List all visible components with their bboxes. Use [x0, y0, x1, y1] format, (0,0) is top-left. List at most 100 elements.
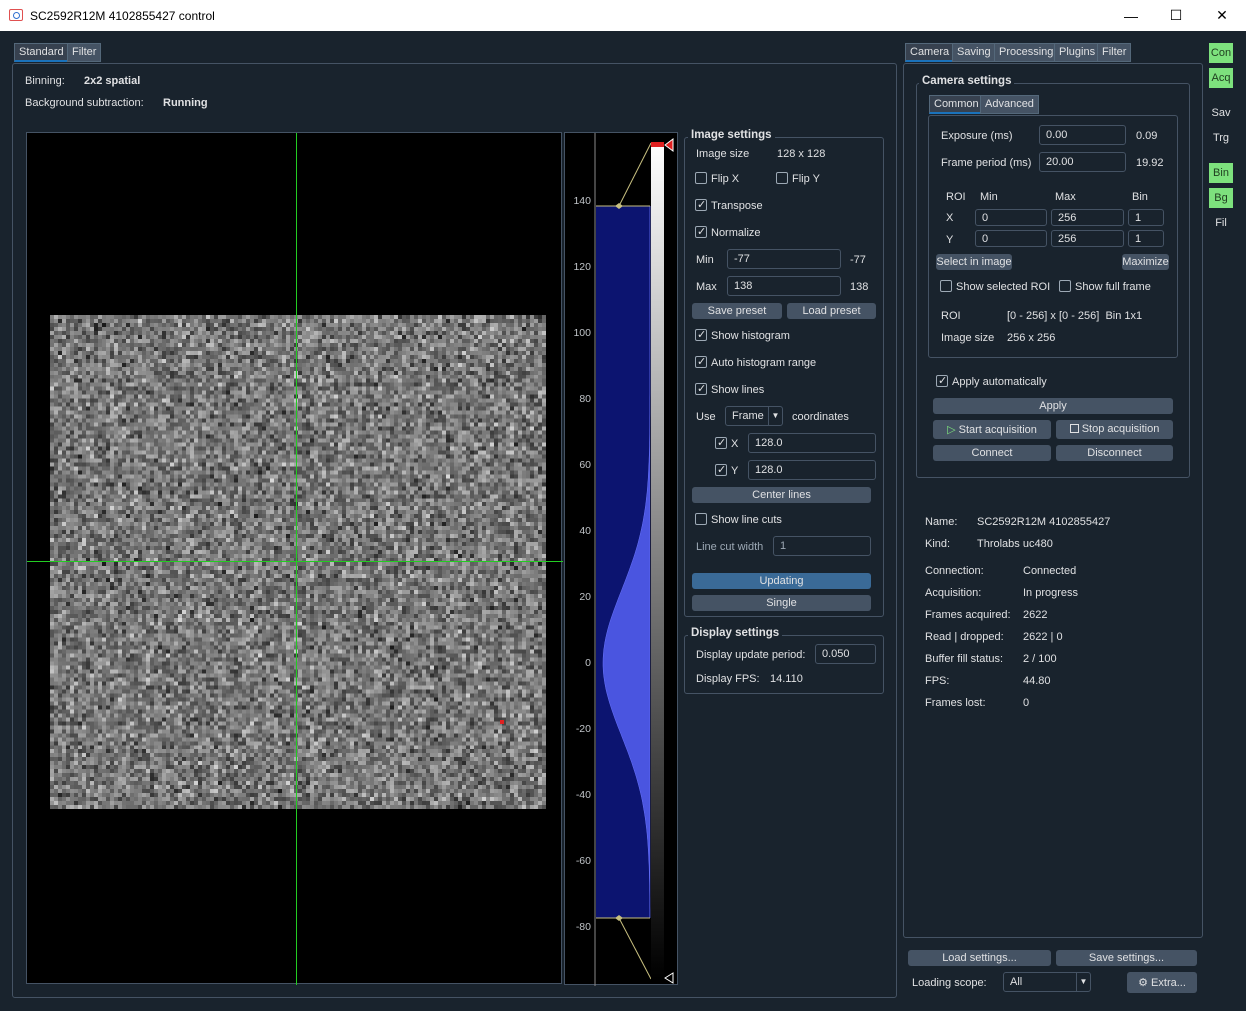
- display-fps-label: Display FPS:: [696, 673, 760, 685]
- title-bar: SC2592R12M 4102855427 control — ☐ ✕: [0, 0, 1246, 31]
- loading-scope-select[interactable]: All ▼: [1003, 972, 1091, 992]
- frame-period-input[interactable]: 20.00: [1039, 152, 1126, 172]
- show-histogram-label: Show histogram: [711, 330, 790, 342]
- load-preset-button[interactable]: Load preset: [787, 303, 876, 319]
- tab-processing[interactable]: Processing: [994, 43, 1059, 62]
- start-acquisition-button[interactable]: ▷ Start acquisition: [933, 420, 1051, 439]
- chevron-down-icon[interactable]: ▼: [1076, 973, 1090, 991]
- roi-y-label: Y: [946, 234, 954, 246]
- binning-value: 2x2 spatial: [84, 75, 141, 87]
- histogram-tick-label: -40: [575, 789, 591, 801]
- tab-saving[interactable]: Saving: [952, 43, 996, 62]
- roi-x-bin-input[interactable]: 1: [1128, 209, 1164, 226]
- histogram-tick-label: 140: [573, 195, 591, 207]
- camera-settings-title: Camera settings: [919, 75, 1015, 87]
- histogram-tick-label: 40: [579, 525, 591, 537]
- auto-histogram-range-label: Auto histogram range: [711, 357, 817, 369]
- tab-standard[interactable]: Standard: [14, 43, 69, 62]
- normalize-checkbox[interactable]: [695, 225, 707, 238]
- normalize-label: Normalize: [711, 227, 761, 239]
- single-button[interactable]: Single: [692, 595, 871, 611]
- maximize-roi-button[interactable]: Maximize: [1122, 254, 1169, 270]
- frames-acquired-value: 2622: [1023, 609, 1048, 621]
- frames-lost-label: Frames lost:: [925, 697, 986, 709]
- close-button[interactable]: ✕: [1199, 0, 1245, 31]
- show-selected-roi-label: Show selected ROI: [956, 281, 1051, 293]
- apply-automatically-checkbox[interactable]: [936, 374, 948, 387]
- connect-button[interactable]: Connect: [933, 445, 1051, 461]
- roi-y-bin-input[interactable]: 1: [1128, 230, 1164, 247]
- x-line-checkbox[interactable]: [715, 436, 727, 449]
- binning-label: Binning:: [25, 75, 65, 87]
- flip-x-checkbox[interactable]: [695, 172, 707, 184]
- display-update-period-input[interactable]: 0.050: [815, 644, 876, 664]
- histogram-widget[interactable]: 140 120 100 80 60 40 20 0 -20 -40 -60 -80: [564, 132, 678, 986]
- roi-header-bin: Bin: [1132, 191, 1148, 203]
- flip-y-checkbox[interactable]: [776, 172, 788, 184]
- roi-y-max-input[interactable]: 256: [1051, 230, 1124, 247]
- updating-button[interactable]: Updating: [692, 573, 871, 589]
- image-view[interactable]: [26, 132, 563, 985]
- apply-button[interactable]: Apply: [933, 398, 1173, 414]
- roi-y-min-input[interactable]: 0: [975, 230, 1047, 247]
- auto-histogram-range-checkbox[interactable]: [695, 355, 707, 368]
- image-size-value: 128 x 128: [777, 148, 826, 160]
- bg-subtraction-label: Background subtraction:: [25, 97, 144, 109]
- disconnect-button[interactable]: Disconnect: [1056, 445, 1173, 461]
- indicator-filter: Fil: [1215, 217, 1227, 229]
- buffer-fill-label: Buffer fill status:: [925, 653, 1004, 665]
- histogram-tick-label: 120: [573, 261, 591, 273]
- chevron-down-icon[interactable]: ▼: [768, 407, 782, 425]
- line-cut-width-input[interactable]: 1: [773, 536, 871, 556]
- tab-common[interactable]: Common: [929, 95, 984, 114]
- apply-automatically-label: Apply automatically: [952, 376, 1047, 388]
- tab-filter-right[interactable]: Filter: [1097, 43, 1132, 62]
- y-line-checkbox[interactable]: [715, 463, 727, 476]
- show-lines-label: Show lines: [711, 384, 765, 396]
- show-line-cuts-checkbox[interactable]: [695, 513, 707, 525]
- roi-summary-value: [0 - 256] x [0 - 256] Bin 1x1: [1007, 310, 1143, 322]
- show-lines-checkbox[interactable]: [695, 382, 707, 395]
- select-in-image-button[interactable]: Select in image: [936, 254, 1012, 270]
- roi-x-min-input[interactable]: 0: [975, 209, 1047, 226]
- x-line-input[interactable]: 128.0: [748, 433, 876, 453]
- coordinates-select-value: Frame: [732, 410, 764, 422]
- load-settings-button[interactable]: Load settings...: [908, 950, 1051, 966]
- tab-plugins[interactable]: Plugins: [1054, 43, 1101, 62]
- histogram-tick-label: -20: [575, 723, 591, 735]
- stop-acquisition-button[interactable]: Stop acquisition: [1056, 420, 1173, 439]
- maximize-button[interactable]: ☐: [1153, 0, 1199, 31]
- acquisition-value: In progress: [1023, 587, 1079, 599]
- flip-y-label: Flip Y: [792, 173, 820, 185]
- read-dropped-value: 2622 | 0: [1023, 631, 1063, 643]
- show-selected-roi-checkbox[interactable]: [940, 280, 952, 292]
- roi-header-max: Max: [1055, 191, 1076, 203]
- save-settings-button[interactable]: Save settings...: [1056, 950, 1197, 966]
- indicator-connected: Con: [1209, 43, 1233, 63]
- crosshair-horizontal-line[interactable]: [27, 561, 563, 562]
- tab-advanced[interactable]: Advanced: [980, 95, 1039, 114]
- loading-scope-value: All: [1010, 976, 1023, 988]
- start-acquisition-label: Start acquisition: [958, 424, 1037, 436]
- camera-image[interactable]: [50, 315, 546, 809]
- save-preset-button[interactable]: Save preset: [692, 303, 782, 319]
- exposure-input[interactable]: 0.00: [1039, 125, 1126, 145]
- roi-summary-label: ROI: [941, 310, 961, 322]
- fps-label: FPS:: [925, 675, 950, 687]
- y-line-input[interactable]: 128.0: [748, 460, 876, 480]
- show-full-frame-checkbox[interactable]: [1059, 280, 1071, 292]
- transpose-checkbox[interactable]: [695, 198, 707, 211]
- coordinates-select[interactable]: Frame ▼: [725, 406, 783, 426]
- extra-button[interactable]: ⚙ Extra...: [1127, 972, 1197, 993]
- show-histogram-checkbox[interactable]: [695, 328, 707, 341]
- tab-camera[interactable]: Camera: [905, 43, 955, 62]
- marker-point: [500, 720, 504, 724]
- max-input[interactable]: 138: [727, 276, 841, 296]
- minimize-button[interactable]: —: [1108, 0, 1154, 31]
- crosshair-vertical-line[interactable]: [296, 133, 297, 985]
- gradient-top-handle: [664, 138, 674, 152]
- roi-x-max-input[interactable]: 256: [1051, 209, 1124, 226]
- min-input[interactable]: -77: [727, 249, 841, 269]
- center-lines-button[interactable]: Center lines: [692, 487, 871, 503]
- tab-filter-left[interactable]: Filter: [67, 43, 102, 62]
